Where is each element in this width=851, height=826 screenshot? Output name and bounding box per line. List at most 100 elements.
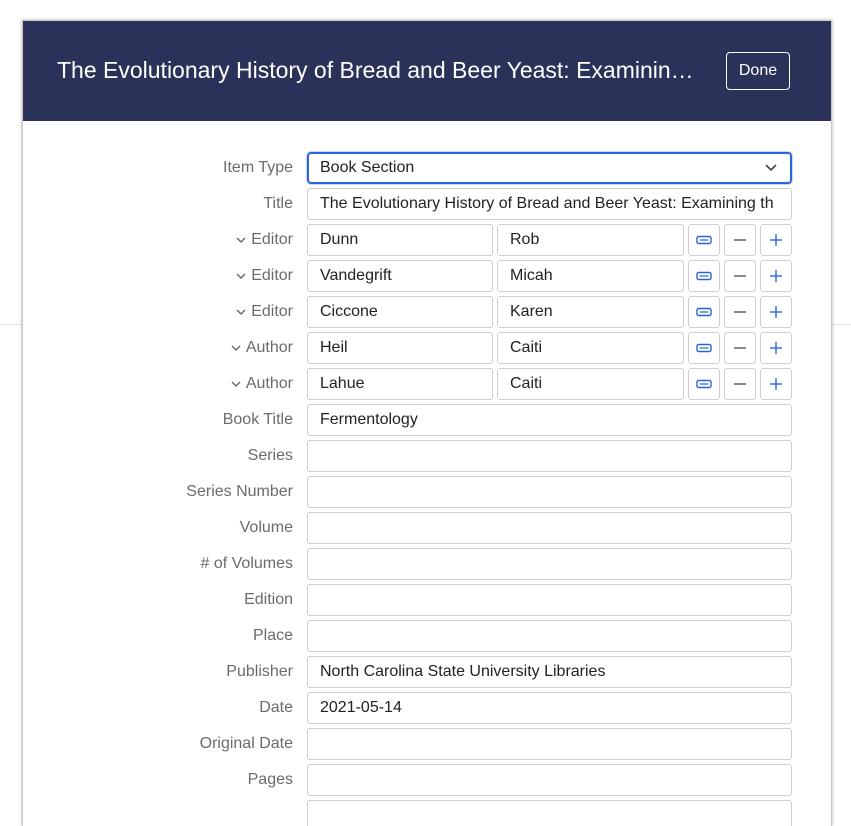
creator-last-name-input[interactable]: Heil (307, 332, 493, 364)
creator-first-name-input[interactable]: Rob (497, 224, 684, 256)
remove-creator-button[interactable] (724, 332, 756, 364)
num-volumes-input[interactable] (307, 548, 792, 580)
creator-row: Editor Ciccone Karen (23, 296, 831, 328)
minus-icon (734, 311, 746, 313)
chevron-down-icon (765, 164, 777, 172)
series-label: Series (247, 447, 293, 464)
row-place: Place (23, 620, 831, 652)
volume-input[interactable] (307, 512, 792, 544)
add-creator-button[interactable] (760, 368, 792, 400)
creator-role-toggle[interactable]: Author (230, 332, 293, 364)
creator-first-name-input[interactable]: Caiti (497, 332, 684, 364)
creator-role: Editor (251, 231, 293, 248)
pages-label: Pages (247, 771, 293, 788)
creator-role: Author (245, 375, 293, 392)
row-series: Series (23, 440, 831, 472)
creator-role-toggle[interactable]: Editor (235, 296, 293, 328)
creator-role: Editor (251, 303, 293, 320)
switch-name-mode-button[interactable] (688, 260, 720, 292)
creator-role-toggle[interactable]: Author (230, 368, 293, 400)
dialog-title: The Evolutionary History of Bread and Be… (57, 57, 697, 83)
chevron-down-icon (231, 381, 241, 388)
add-creator-button[interactable] (760, 260, 792, 292)
item-type-label: Item Type (223, 159, 293, 176)
creator-role-toggle[interactable]: Editor (235, 224, 293, 256)
row-item-type: Item Type Book Section (23, 152, 831, 184)
single-field-icon (696, 343, 712, 353)
book-title-input[interactable]: Fermentology (307, 404, 792, 436)
creator-role: Author (245, 339, 293, 356)
chevron-down-icon (236, 309, 246, 316)
remove-creator-button[interactable] (724, 368, 756, 400)
switch-name-mode-button[interactable] (688, 224, 720, 256)
single-field-icon (696, 235, 712, 245)
single-field-icon (696, 379, 712, 389)
row-title: Title The Evolutionary History of Bread … (23, 188, 831, 220)
row-num-volumes: # of Volumes (23, 548, 831, 580)
creator-first-name-input[interactable]: Caiti (497, 368, 684, 400)
add-creator-button[interactable] (760, 296, 792, 328)
creator-row: Editor Dunn Rob (23, 224, 831, 256)
publisher-label: Publisher (226, 663, 293, 680)
creator-role-toggle[interactable]: Editor (235, 260, 293, 292)
series-number-input[interactable] (307, 476, 792, 508)
place-label: Place (252, 627, 293, 644)
original-date-label: Original Date (199, 735, 293, 752)
minus-icon (734, 383, 746, 385)
date-input[interactable]: 2021-05-14 (307, 692, 792, 724)
minus-icon (734, 275, 746, 277)
add-creator-button[interactable] (760, 332, 792, 364)
creator-last-name-input[interactable]: Lahue (307, 368, 493, 400)
creator-last-name-input[interactable]: Ciccone (307, 296, 493, 328)
creator-role: Editor (251, 267, 293, 284)
remove-creator-button[interactable] (724, 224, 756, 256)
row-volume: Volume (23, 512, 831, 544)
pages-input[interactable] (307, 764, 792, 796)
edition-input[interactable] (307, 584, 792, 616)
switch-name-mode-button[interactable] (688, 332, 720, 364)
plus-icon (770, 270, 782, 282)
publisher-input[interactable]: North Carolina State University Librarie… (307, 656, 792, 688)
plus-icon (770, 306, 782, 318)
chevron-down-icon (236, 273, 246, 280)
item-type-select[interactable]: Book Section (307, 152, 792, 184)
row-series-number: Series Number (23, 476, 831, 508)
add-creator-button[interactable] (760, 224, 792, 256)
remove-creator-button[interactable] (724, 260, 756, 292)
plus-icon (770, 342, 782, 354)
next-field-input[interactable] (307, 800, 792, 826)
edition-label: Edition (244, 591, 293, 608)
row-book-title: Book Title Fermentology (23, 404, 831, 436)
creator-row: Author Heil Caiti (23, 332, 831, 364)
remove-creator-button[interactable] (724, 296, 756, 328)
switch-name-mode-button[interactable] (688, 368, 720, 400)
minus-icon (734, 239, 746, 241)
creator-row: Editor Vandegrift Micah (23, 260, 831, 292)
num-volumes-label: # of Volumes (200, 555, 294, 572)
row-edition: Edition (23, 584, 831, 616)
series-input[interactable] (307, 440, 792, 472)
item-edit-dialog: The Evolutionary History of Bread and Be… (22, 20, 832, 826)
done-button[interactable]: Done (726, 52, 790, 90)
switch-name-mode-button[interactable] (688, 296, 720, 328)
chevron-down-icon (231, 345, 241, 352)
dialog-header: The Evolutionary History of Bread and Be… (23, 21, 831, 121)
creator-first-name-input[interactable]: Karen (497, 296, 684, 328)
minus-icon (734, 347, 746, 349)
series-number-label: Series Number (186, 483, 293, 500)
row-publisher: Publisher North Carolina State Universit… (23, 656, 831, 688)
single-field-icon (696, 271, 712, 281)
original-date-input[interactable] (307, 728, 792, 760)
place-input[interactable] (307, 620, 792, 652)
row-pages: Pages (23, 764, 831, 796)
row-original-date: Original Date (23, 728, 831, 760)
creator-first-name-input[interactable]: Micah (497, 260, 684, 292)
creator-last-name-input[interactable]: Vandegrift (307, 260, 493, 292)
title-input[interactable]: The Evolutionary History of Bread and Be… (307, 188, 792, 220)
book-title-label: Book Title (222, 411, 293, 428)
creator-row: Author Lahue Caiti (23, 368, 831, 400)
volume-label: Volume (239, 519, 293, 536)
single-field-icon (696, 307, 712, 317)
date-label: Date (259, 699, 293, 716)
creator-last-name-input[interactable]: Dunn (307, 224, 493, 256)
